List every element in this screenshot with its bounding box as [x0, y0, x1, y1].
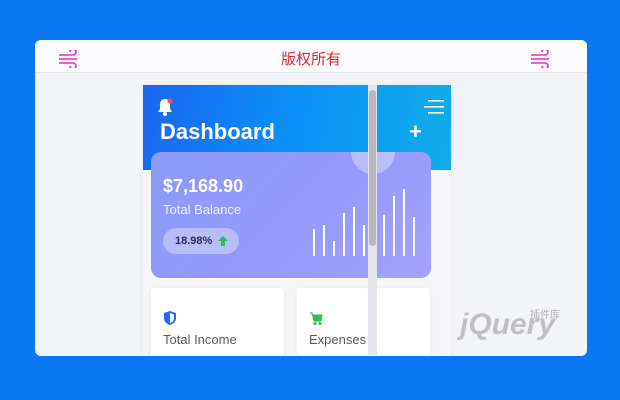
hamburger-menu-icon[interactable] [424, 99, 444, 115]
income-card[interactable]: Total Income [151, 288, 284, 356]
spark-bar [403, 189, 405, 256]
spark-bar [323, 225, 325, 256]
dashboard-title: Dashboard [160, 119, 275, 144]
app-preview: Dashboard + $7,168.90 Total Balance 18.9… [143, 85, 451, 356]
balance-card[interactable]: $7,168.90 Total Balance 18.98% [151, 152, 431, 278]
spark-bar [363, 225, 365, 256]
spark-bar [333, 241, 335, 256]
scrollbar[interactable] [368, 85, 377, 355]
page-title: 版权所有 [280, 51, 341, 68]
wind-icon[interactable] [530, 50, 552, 68]
expenses-label: Expenses [309, 332, 367, 347]
spark-bar [353, 207, 355, 256]
shield-icon [164, 311, 176, 325]
spark-bar [383, 215, 385, 256]
balance-label: Total Balance [163, 202, 242, 217]
spark-bar [413, 217, 415, 256]
change-percent: 18.98% [175, 235, 213, 247]
cart-icon [310, 312, 323, 325]
arrow-up-icon [218, 236, 228, 246]
spark-bar [313, 229, 315, 256]
balance-amount: $7,168.90 [163, 176, 244, 196]
expenses-card[interactable]: Expenses [297, 288, 430, 356]
bell-icon[interactable] [155, 97, 175, 117]
scrollbar-thumb[interactable] [369, 90, 376, 246]
change-badge: 18.98% [163, 228, 239, 254]
spark-bar [393, 196, 395, 256]
watermark-sub: 插件库 [530, 310, 560, 321]
plus-icon[interactable]: + [409, 121, 422, 143]
spark-bar [343, 213, 345, 256]
top-bar: 版权所有 [35, 40, 587, 73]
income-label: Total Income [163, 332, 237, 347]
